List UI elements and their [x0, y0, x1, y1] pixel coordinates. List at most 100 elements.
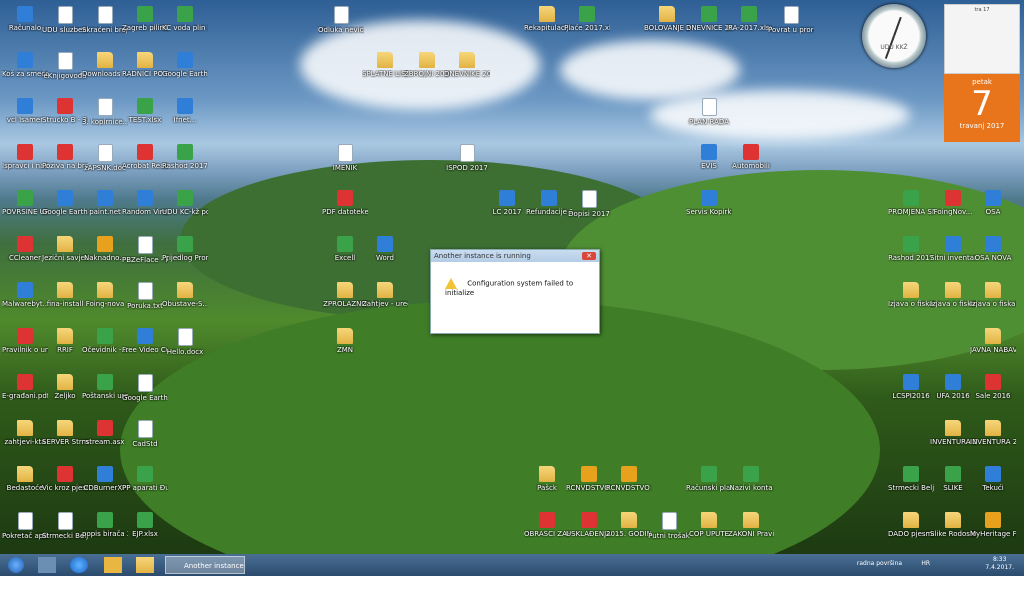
pdf-file-icon [57, 466, 73, 482]
folder-icon [177, 282, 193, 298]
file-explorer-icon[interactable] [136, 557, 154, 573]
desktop-icon[interactable]: OSA NOVA [970, 236, 1016, 262]
desktop-icon-label: CadStd [132, 440, 158, 448]
app-icon [701, 190, 717, 206]
desktop-icon[interactable]: CadStd [122, 420, 168, 448]
internet-explorer-icon[interactable] [70, 557, 88, 573]
desktop-icon[interactable]: Tekući [970, 466, 1016, 492]
taskbar: Another instance ... radna površina HR 8… [0, 554, 1024, 588]
desktop-icon[interactable]: BOLOVANJE 2017 [644, 6, 690, 32]
desktop-icon[interactable]: PDF datoteke [322, 190, 368, 216]
folder-icon [17, 466, 33, 482]
desktop-icon[interactable]: Servis Kopirki [686, 190, 732, 216]
desktop-icon[interactable]: Google Earth [122, 374, 168, 402]
app-icon [541, 190, 557, 206]
desktop-icon-label: Ifnet... [173, 116, 197, 124]
desktop-icon[interactable]: Obustave-S... područnice... [162, 282, 208, 308]
desktop-icon[interactable]: ZAKONI Pravilnici [728, 512, 774, 538]
desktop-icon[interactable]: IMENIK [322, 144, 368, 172]
desktop-icon[interactable]: Ifnet... [162, 98, 208, 124]
spreadsheet-icon [177, 236, 193, 252]
desktop-icon[interactable]: Odluka nevidljivo [318, 6, 364, 34]
calendar-day-view: petak 7 travanj 2017 [944, 74, 1020, 142]
desktop-icon[interactable]: Nazivi konta [728, 466, 774, 492]
desktop-icon[interactable]: Prijedlog Proračuna [162, 236, 208, 262]
desktop-icon-label: Zahtjev - ured [362, 300, 408, 308]
calendar-gadget[interactable]: tra 17 petak 7 travanj 2017 [944, 4, 1020, 142]
start-button[interactable] [8, 557, 24, 573]
spreadsheet-icon [945, 466, 961, 482]
desktop-icon[interactable]: COP UPUTE [686, 512, 732, 538]
folder-icon [539, 6, 555, 22]
desktop-icon[interactable]: MyHeritage Family Tr... [970, 512, 1016, 538]
desktop-icon[interactable]: IRA-2017.xlsx [726, 6, 772, 32]
close-button[interactable]: ✕ [582, 252, 596, 260]
desktop-icon-label: Google Earth [162, 70, 208, 78]
desktop-icon-label: OBRASCI ZAHTJEV... [524, 530, 570, 538]
desktop-icon[interactable]: Plaće 2017.xlsx [564, 6, 610, 32]
desktop-icon[interactable]: ZMN [322, 328, 368, 354]
desktop-icon[interactable]: KC voda plin 2017.xlsx [162, 6, 208, 32]
desktop-icon-label: OSA [985, 208, 1001, 216]
desktop-icon[interactable]: Strmecki Beljo - 201... [888, 466, 934, 492]
desktop-icon[interactable]: Zahtjev - ured [362, 282, 408, 308]
desktop-icon[interactable]: Google Earth [162, 52, 208, 78]
desktop-icon[interactable]: Automobili [728, 144, 774, 170]
app-icon [137, 328, 153, 344]
desktop-icon[interactable]: OSA [970, 190, 1016, 216]
clock-gadget[interactable]: UDU KKŽ [862, 4, 926, 68]
document-icon [137, 282, 153, 300]
desktop-icon-label: Nazivi konta [729, 484, 773, 492]
desktop-icon[interactable]: Izjava o fiskalnoj 2015 [970, 282, 1016, 308]
desktop-icon-label: Sale 2016 [975, 392, 1011, 400]
desktop-icon[interactable]: Hello.docx [162, 328, 208, 356]
dialog-titlebar[interactable]: Another instance is running ✕ [431, 250, 599, 262]
calendar-month-year: travanj 2017 [959, 122, 1005, 130]
calendar-day: 7 [971, 84, 993, 124]
cloud [560, 40, 740, 100]
desktop-icon[interactable]: Dopisi 2017 [566, 190, 612, 218]
desktop-icon-label: Servis Kopirki [686, 208, 732, 216]
desktop-icon[interactable]: SPLATNE LISTE [362, 52, 408, 78]
desktop-icon[interactable]: Računski plan (20... [686, 466, 732, 492]
desktop-icon[interactable]: Pašck [524, 466, 570, 492]
desktop-icon[interactable]: EJP.xlsx [122, 512, 168, 538]
language-indicator[interactable]: HR [921, 560, 930, 567]
desktop-icon[interactable]: Rashod 2017 [888, 236, 934, 262]
desktop-icon-label: LCSPI2016 [892, 392, 930, 400]
desktop-icon[interactable]: UDU KC-kž povrsine s... [162, 190, 208, 216]
folder-icon [377, 52, 393, 68]
pdf-file-icon [57, 144, 73, 160]
pdf-file-icon [743, 144, 759, 160]
desktop-icon[interactable]: Sale 2016 [970, 374, 1016, 400]
desktop-icon[interactable]: RCNVDSTVO 2015 [606, 466, 652, 492]
desktop-icon[interactable]: INVENTURA 2014 [970, 420, 1016, 446]
desktop-toolbar-label[interactable]: radna površina [857, 560, 902, 567]
desktop-icon-label: EJP.xlsx [132, 530, 158, 538]
app-icon [177, 52, 193, 68]
error-dialog: Another instance is running ✕ Configurat… [430, 249, 600, 334]
taskbar-button-another-instance[interactable]: Another instance ... [165, 556, 245, 588]
desktop-icon[interactable]: DNEVNIKE 2017 [444, 52, 490, 78]
desktop-icon[interactable]: PP aparati Đurđevac.xlsx [122, 466, 168, 492]
apps-grid-icon[interactable] [104, 557, 122, 573]
desktop-icon[interactable]: PLAN RADA [686, 98, 732, 126]
desktop-icon[interactable]: LCSPI2016 [888, 374, 934, 400]
desktop-icon[interactable]: Rashod 2017 Mlade... [162, 144, 208, 170]
clock-tray[interactable]: 8:33 7.4.2017. [985, 556, 1014, 572]
desktop-icon[interactable]: ISPOD 2017 [444, 144, 490, 172]
desktop-icon[interactable]: Izjava o fiskalnoj 2017 [888, 282, 934, 308]
desktop-icon-label: OSA NOVA [974, 254, 1012, 262]
desktop-icon[interactable]: EVIS [686, 144, 732, 170]
desktop-icon[interactable]: DADO pjesme [888, 512, 934, 538]
desktop-icon[interactable]: Povrat u proračun [768, 6, 814, 34]
desktop-icon[interactable]: LC 2017 [484, 190, 530, 216]
app-icon [945, 236, 961, 252]
desktop-icon[interactable]: Word [362, 236, 408, 262]
desktop-icon[interactable]: OBRASCI ZAHTJEV... [524, 512, 570, 538]
desktop-icon[interactable]: JAVNA NABAVA [970, 328, 1016, 354]
desktop-shortcut-icon[interactable] [38, 557, 56, 573]
folder-icon [903, 282, 919, 298]
desktop-icon[interactable]: PROMJENA SMJEŠTAJA [888, 190, 934, 216]
desktop[interactable]: RačunaloUDU sluzbena ...Skraćeni brojevi… [0, 0, 1024, 554]
